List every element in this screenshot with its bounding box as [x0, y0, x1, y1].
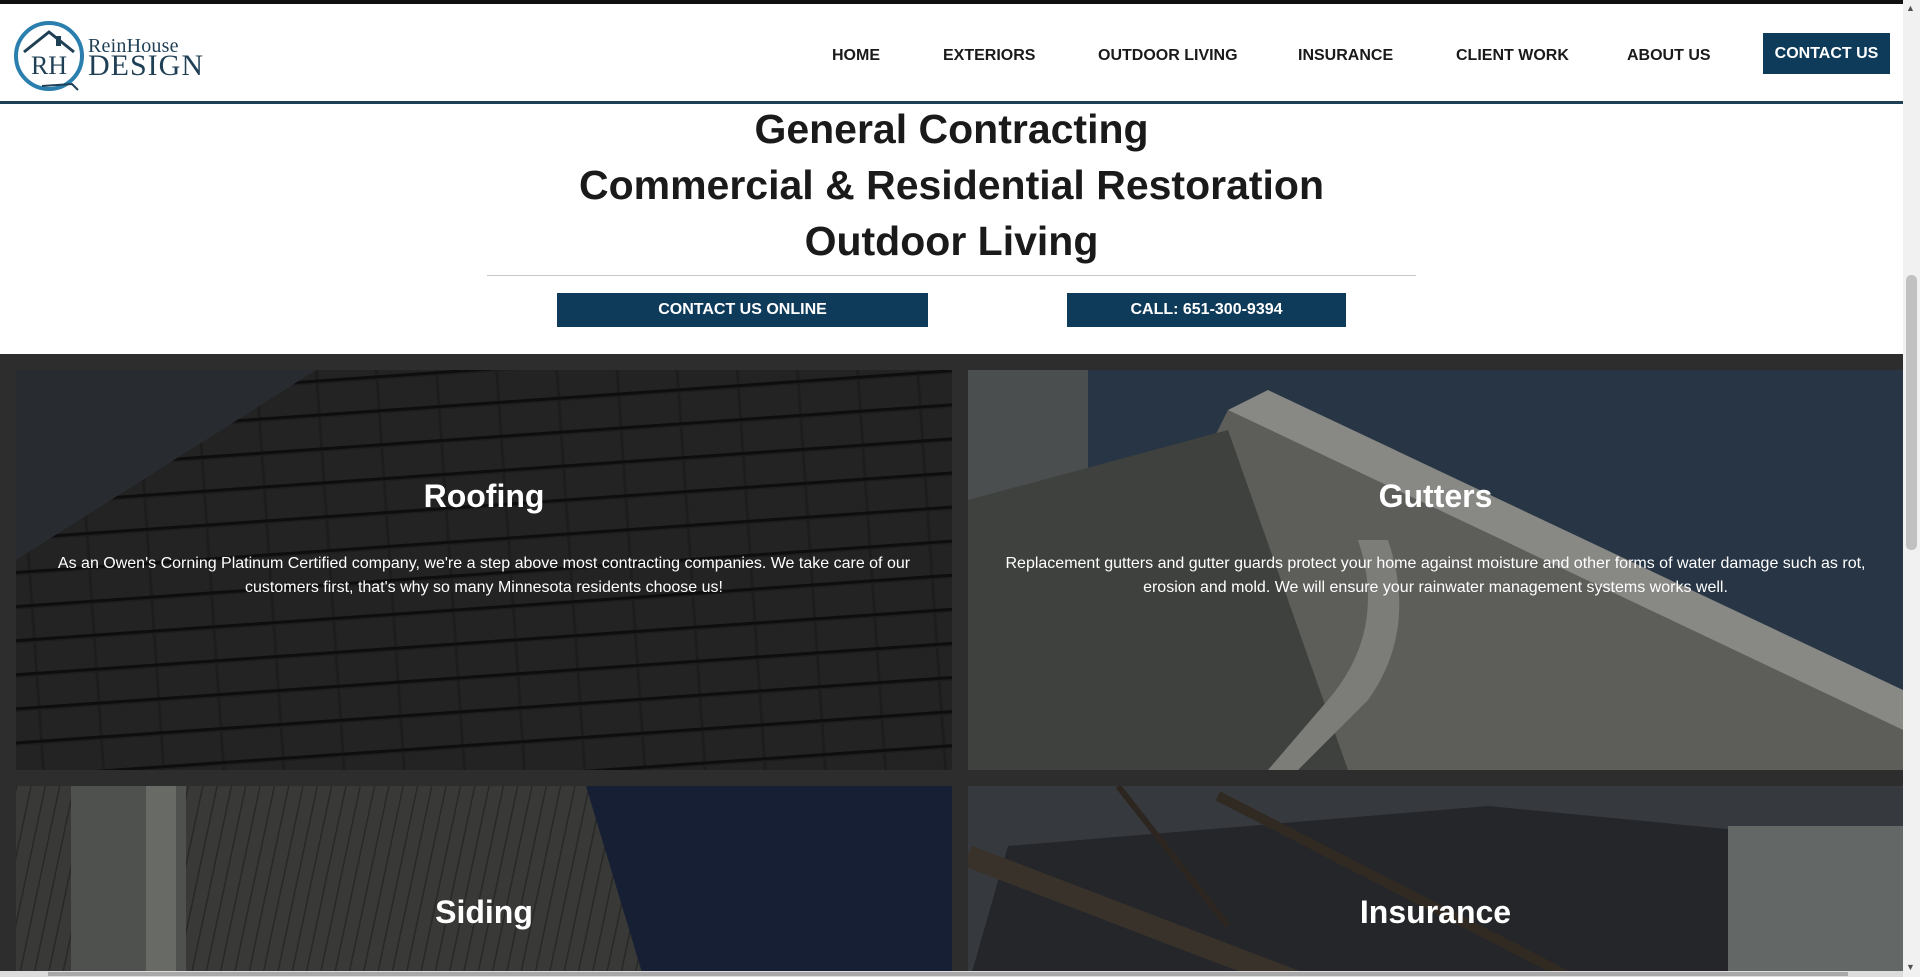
logo-name-line2: DESIGN	[88, 49, 204, 82]
roofing-title: Roofing	[423, 478, 545, 514]
hero-heading-restoration: Commercial & Residential Restoration	[578, 162, 1325, 208]
logo-house-icon: RH	[14, 21, 84, 91]
nav-about-us[interactable]: ABOUT US	[1627, 47, 1711, 65]
nav-outdoor-living[interactable]: OUTDOOR LIVING	[1098, 47, 1238, 65]
roofing-description: As an Owen's Corning Platinum Certified …	[57, 555, 911, 596]
services-section: Roofing As an Owen's Corning Platinum Ce…	[0, 354, 1903, 977]
siding-title: Siding	[435, 894, 533, 930]
call-phone-button[interactable]: CALL: 651-300-9394	[1067, 293, 1346, 327]
contact-us-button[interactable]: CONTACT US	[1763, 33, 1890, 74]
logo-monogram: RH	[31, 51, 67, 80]
nav-exteriors[interactable]: EXTERIORS	[943, 47, 1035, 65]
contact-us-online-button[interactable]: CONTACT US ONLINE	[557, 293, 928, 327]
gutters-description: Replacement gutters and gutter guards pr…	[1005, 555, 1866, 596]
hero-heading-outdoor-living: Outdoor Living	[804, 218, 1099, 264]
hero-divider	[487, 275, 1416, 276]
hero-heading-general-contracting: General Contracting	[754, 106, 1149, 152]
siding-photo	[16, 786, 952, 977]
gutters-title: Gutters	[1378, 478, 1493, 514]
service-card-roofing[interactable]: Roofing As an Owen's Corning Platinum Ce…	[16, 370, 952, 770]
nav-home[interactable]: HOME	[832, 47, 880, 65]
service-card-insurance[interactable]: Insurance	[968, 786, 1903, 977]
scroll-up-arrow-icon[interactable]: ▲	[1906, 3, 1915, 13]
horizontal-scrollbar-thumb[interactable]	[48, 972, 1848, 976]
site-header: RH ReinHouse DESIGN HOME EXTERIORS OUTDO…	[0, 4, 1903, 104]
vertical-scrollbar-thumb[interactable]	[1906, 275, 1917, 550]
nav-insurance[interactable]: INSURANCE	[1298, 47, 1393, 65]
service-card-gutters[interactable]: Gutters Replacement gutters and gutter g…	[968, 370, 1903, 770]
nav-client-work[interactable]: CLIENT WORK	[1456, 47, 1569, 65]
insurance-photo	[968, 786, 1903, 977]
service-card-siding[interactable]: Siding	[16, 786, 952, 977]
insurance-title: Insurance	[1359, 894, 1512, 930]
scroll-down-arrow-icon[interactable]: ▼	[1906, 962, 1915, 972]
site-logo[interactable]: RH ReinHouse DESIGN	[12, 18, 203, 93]
